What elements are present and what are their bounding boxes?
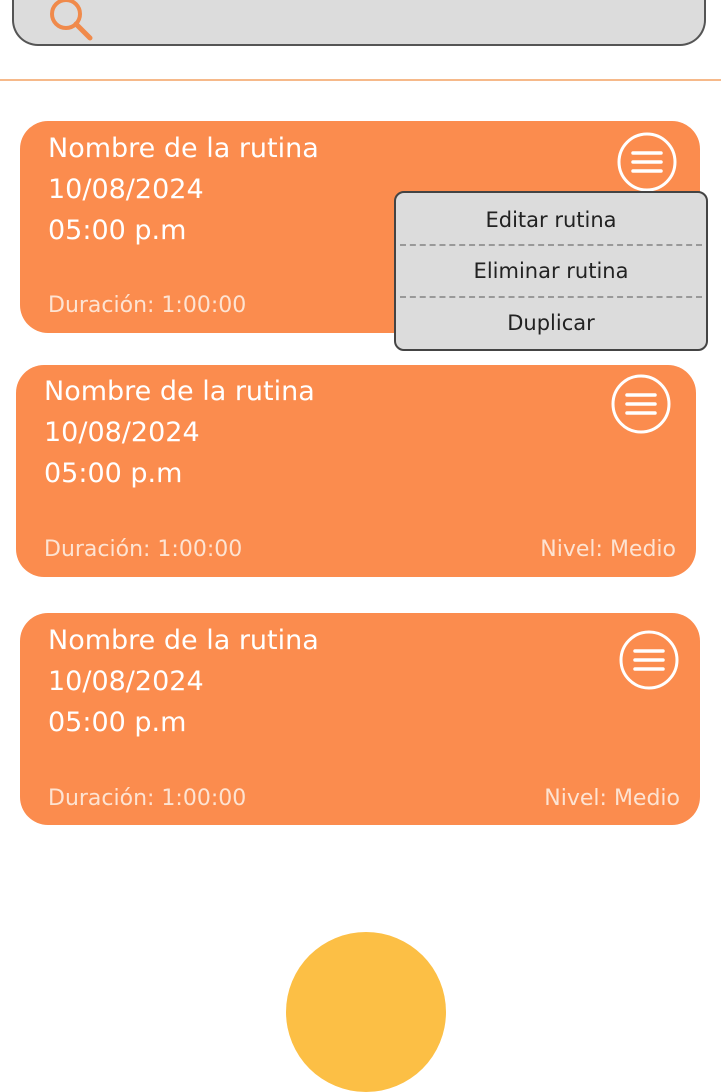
routine-card[interactable]: Nombre de la rutina 10/08/2024 05:00 p.m… xyxy=(16,365,696,577)
delete-routine-option[interactable]: Eliminar rutina xyxy=(396,246,706,296)
routine-duration: Duración: 1:00:00 xyxy=(48,293,247,318)
menu-icon[interactable] xyxy=(618,629,680,691)
edit-routine-option[interactable]: Editar rutina xyxy=(396,195,706,245)
duplicate-routine-option[interactable]: Duplicar xyxy=(396,298,706,348)
routine-name: Nombre de la rutina xyxy=(44,376,315,407)
search-bar xyxy=(12,0,706,46)
routine-card[interactable]: Nombre de la rutina 10/08/2024 05:00 p.m… xyxy=(20,613,700,825)
menu-icon[interactable] xyxy=(616,131,678,193)
routine-date: 10/08/2024 xyxy=(44,417,200,448)
routine-date: 10/08/2024 xyxy=(48,174,204,205)
routine-time: 05:00 p.m xyxy=(44,458,183,489)
routine-context-menu: Editar rutina Eliminar rutina Duplicar xyxy=(394,191,708,351)
search-icon[interactable] xyxy=(44,0,100,42)
routine-date: 10/08/2024 xyxy=(48,666,204,697)
routine-level: Nivel: Medio xyxy=(544,786,680,811)
add-routine-button[interactable] xyxy=(286,932,446,1092)
routine-level: Nivel: Medio xyxy=(540,537,676,562)
routine-name: Nombre de la rutina xyxy=(48,625,319,656)
menu-icon[interactable] xyxy=(610,373,672,435)
routine-name: Nombre de la rutina xyxy=(48,133,319,164)
search-input[interactable] xyxy=(110,2,674,34)
routine-time: 05:00 p.m xyxy=(48,215,187,246)
routine-duration: Duración: 1:00:00 xyxy=(48,786,247,811)
routine-duration: Duración: 1:00:00 xyxy=(44,537,243,562)
routine-time: 05:00 p.m xyxy=(48,707,187,738)
divider xyxy=(0,79,721,81)
